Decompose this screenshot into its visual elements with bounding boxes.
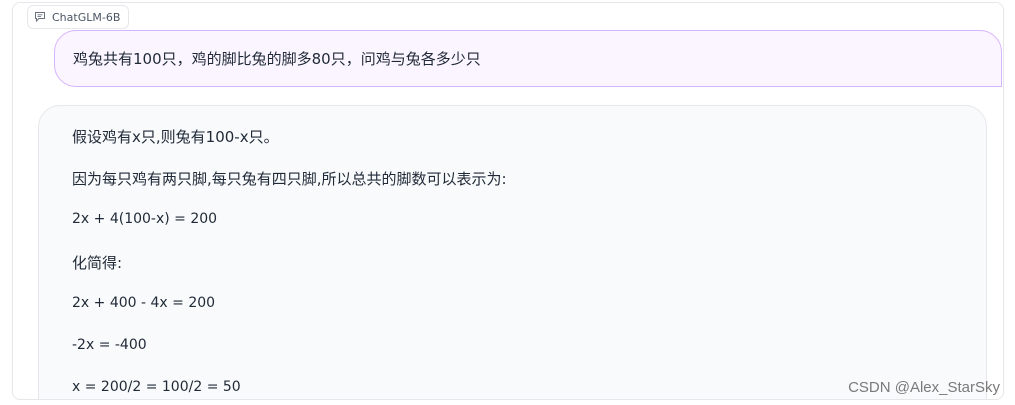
bot-line: 2x + 400 - 4x = 200 [72,295,216,311]
user-message-text: 鸡兔共有100只，鸡的脚比兔的脚多80只，问鸡与兔各多少只 [73,50,481,68]
bot-line: -2x = -400 [72,337,147,353]
chat-bubble-icon [34,11,46,23]
chatbot-panel: ChatGLM-6B 鸡兔共有100只，鸡的脚比兔的脚多80只，问鸡与兔各多少只… [12,2,1004,400]
bot-line: 2x + 4(100-x) = 200 [72,211,218,227]
bot-line: 假设鸡有x只,则兔有100-x只。 [72,128,279,146]
bot-line: 因为每只鸡有两只脚,每只兔有四只脚,所以总共的脚数可以表示为: [72,170,507,188]
watermark-text: CSDN @Alex_StarSky [848,379,1000,396]
chatbot-label-text: ChatGLM-6B [52,10,121,24]
bot-line: 化简得: [72,254,123,272]
bot-line: x = 200/2 = 100/2 = 50 [72,379,241,395]
bot-message-bubble: 假设鸡有x只,则兔有100-x只。 因为每只鸡有两只脚,每只兔有四只脚,所以总共… [38,105,987,399]
chatbot-label-tag: ChatGLM-6B [27,5,130,29]
user-message-bubble: 鸡兔共有100只，鸡的脚比兔的脚多80只，问鸡与兔各多少只 [54,30,1002,87]
